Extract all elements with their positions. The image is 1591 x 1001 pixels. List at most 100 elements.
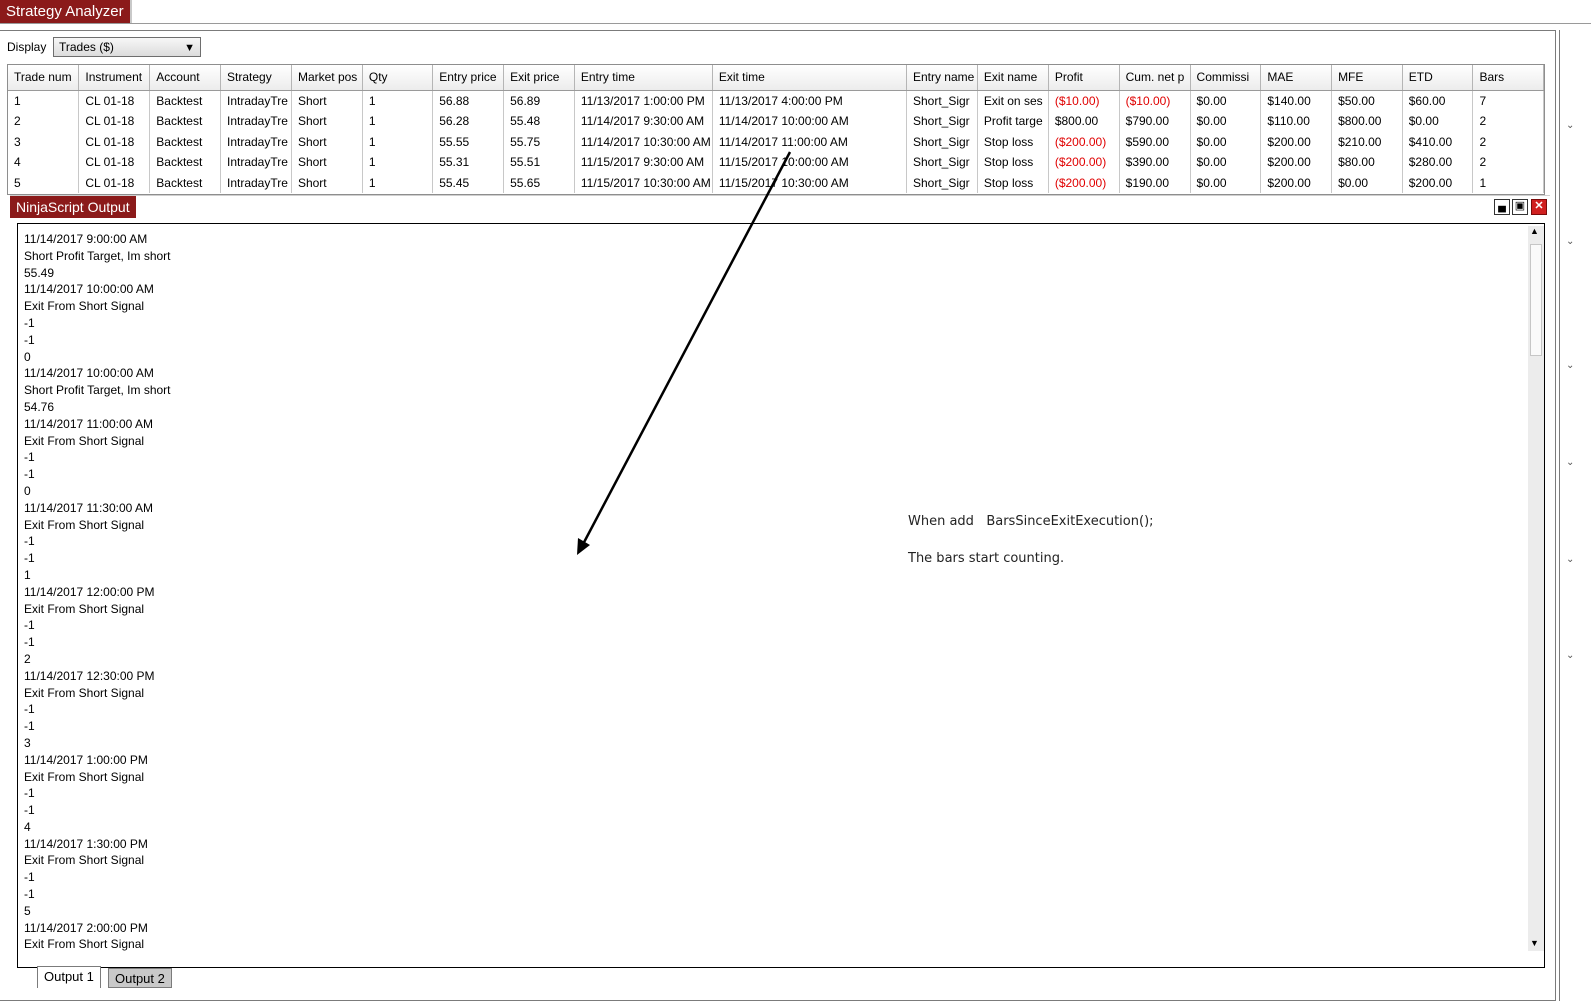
column-header[interactable]: Strategy	[220, 65, 292, 91]
table-cell: 7	[1472, 90, 1544, 111]
side-chevron-icon[interactable]: ⌄	[1566, 120, 1574, 131]
table-cell: Short	[291, 110, 363, 132]
output-line: 2	[24, 651, 31, 666]
table-cell: 1	[1472, 172, 1544, 194]
vertical-scrollbar[interactable]: ▲ ▼	[1528, 226, 1544, 951]
strategy-analyzer-title[interactable]: Strategy Analyzer	[0, 0, 132, 23]
table-cell: $200.00	[1260, 152, 1333, 173]
table-cell: Short_Sigr	[906, 152, 978, 173]
maximize-icon[interactable]: ▣	[1512, 199, 1528, 215]
scroll-up-icon[interactable]: ▲	[1530, 226, 1539, 236]
table-cell: Backtest	[149, 152, 221, 173]
column-header[interactable]: ETD	[1402, 65, 1474, 91]
table-row[interactable]: 4 CL 01-18 Backtest IntradayTre Short 1 55.31 5…	[8, 152, 1544, 173]
side-chevron-icon[interactable]: ⌄	[1566, 360, 1574, 371]
table-cell: Backtest	[149, 110, 221, 132]
title-bar: Strategy Analyzer	[0, 0, 1591, 24]
table-cell: 56.89	[503, 90, 575, 111]
table-cell: 11/14/2017 10:00:00 AM	[712, 110, 907, 132]
column-header[interactable]: Bars	[1472, 65, 1544, 91]
table-cell: ($200.00)	[1048, 131, 1120, 153]
output-line: -1	[24, 719, 35, 734]
scroll-down-icon[interactable]: ▼	[1530, 938, 1539, 948]
table-row[interactable]: 3 CL 01-18 Backtest IntradayTre Short 1 55.55 5…	[8, 131, 1544, 153]
column-header[interactable]: Market pos	[291, 65, 363, 91]
column-header[interactable]: MAE	[1260, 65, 1333, 91]
display-label: Display	[7, 40, 47, 54]
table-cell: IntradayTre	[220, 90, 292, 111]
column-header[interactable]: Commissi	[1190, 65, 1262, 91]
annotation-line-2: The bars start counting.	[908, 551, 1065, 566]
table-cell: CL 01-18	[78, 131, 151, 153]
output-line: 5	[24, 903, 31, 918]
table-cell: Stop loss	[977, 131, 1049, 153]
table-cell: CL 01-18	[78, 110, 151, 132]
table-cell: $0.00	[1190, 110, 1262, 132]
column-header[interactable]: Exit time	[712, 65, 907, 91]
table-cell: $200.00	[1402, 172, 1474, 194]
output-line: 11/14/2017 1:30:00 PM	[24, 836, 148, 851]
table-cell: Exit on ses	[977, 90, 1049, 111]
output-line: -1	[24, 551, 35, 566]
table-row[interactable]: 5 CL 01-18 Backtest IntradayTre Short 1 55.45 5…	[8, 172, 1544, 194]
table-cell: 5	[8, 172, 80, 194]
column-header[interactable]: Account	[149, 65, 221, 91]
table-row[interactable]: 1 CL 01-18 Backtest IntradayTre Short 1 56.88 5…	[8, 90, 1544, 111]
output-line: 0	[24, 483, 31, 498]
table-cell: ($200.00)	[1048, 152, 1120, 173]
table-cell: Short	[291, 90, 363, 111]
side-chevron-icon[interactable]: ⌄	[1566, 650, 1574, 661]
column-header[interactable]: Exit price	[503, 65, 575, 91]
column-header[interactable]: Cum. net p	[1119, 65, 1191, 91]
side-chevron-icon[interactable]: ⌄	[1566, 457, 1574, 468]
table-cell: Short_Sigr	[906, 172, 978, 194]
column-header[interactable]: Entry price	[432, 65, 505, 91]
column-header[interactable]: Instrument	[78, 65, 151, 91]
table-cell: Short	[291, 152, 363, 173]
table-cell: Short_Sigr	[906, 110, 978, 132]
output-window-title[interactable]: NinjaScript Output	[10, 196, 136, 218]
table-cell: 55.45	[432, 172, 505, 194]
display-dropdown[interactable]: Trades ($) ▼	[53, 37, 201, 57]
column-header[interactable]: MFE	[1331, 65, 1403, 91]
table-cell: 55.48	[503, 110, 575, 132]
table-cell: 11/14/2017 10:30:00 AM	[574, 131, 713, 153]
tab-output-2[interactable]: Output 2	[108, 968, 172, 988]
scroll-thumb[interactable]	[1530, 244, 1542, 356]
output-text-pane[interactable]: 11/14/2017 9:00:00 AM Short Profit Target…	[17, 223, 1545, 968]
table-cell: 2	[1472, 110, 1544, 132]
side-chevron-icon[interactable]: ⌄	[1566, 554, 1574, 565]
output-line: Exit From Short Signal	[24, 853, 145, 868]
output-line: -1	[24, 870, 35, 885]
table-cell: Stop loss	[977, 172, 1049, 194]
table-cell: CL 01-18	[78, 172, 151, 194]
column-header[interactable]: Entry name	[906, 65, 978, 91]
tab-output-1[interactable]: Output 1	[37, 966, 101, 988]
close-icon[interactable]: ✕	[1531, 199, 1547, 215]
minimize-icon[interactable]: ▄	[1494, 199, 1510, 215]
output-line: 11/14/2017 10:00:00 AM	[24, 366, 154, 381]
table-cell: 11/15/2017 10:30:00 AM	[574, 172, 713, 194]
table-cell: $0.00	[1190, 90, 1262, 111]
table-cell: CL 01-18	[78, 90, 151, 111]
column-header[interactable]: Profit	[1048, 65, 1120, 91]
output-line: 11/14/2017 12:00:00 PM	[24, 584, 155, 599]
column-header[interactable]: Exit name	[977, 65, 1049, 91]
output-line: Exit From Short Signal	[24, 433, 145, 448]
table-cell: Profit targe	[977, 110, 1049, 132]
column-header[interactable]: Entry time	[574, 65, 713, 91]
column-header[interactable]: Qty	[362, 65, 434, 91]
column-header[interactable]: Trade num	[8, 65, 80, 91]
chevron-down-icon[interactable]: ▼	[184, 39, 195, 57]
table-cell: 11/15/2017 10:00:00 AM	[712, 152, 907, 173]
output-line: Short Profit Target, Im short	[24, 383, 171, 398]
output-line: -1	[24, 315, 35, 330]
table-cell: $280.00	[1402, 152, 1474, 173]
table-cell: 55.55	[432, 131, 505, 153]
output-line: Short Profit Target, Im short	[24, 248, 171, 263]
output-line: -1	[24, 332, 35, 347]
output-lines: 11/14/2017 9:00:00 AM Short Profit Target…	[24, 231, 624, 953]
table-cell: $0.00	[1331, 172, 1403, 194]
side-chevron-icon[interactable]: ⌄	[1566, 236, 1574, 247]
table-row[interactable]: 2 CL 01-18 Backtest IntradayTre Short 1 56.28 5…	[8, 110, 1544, 132]
